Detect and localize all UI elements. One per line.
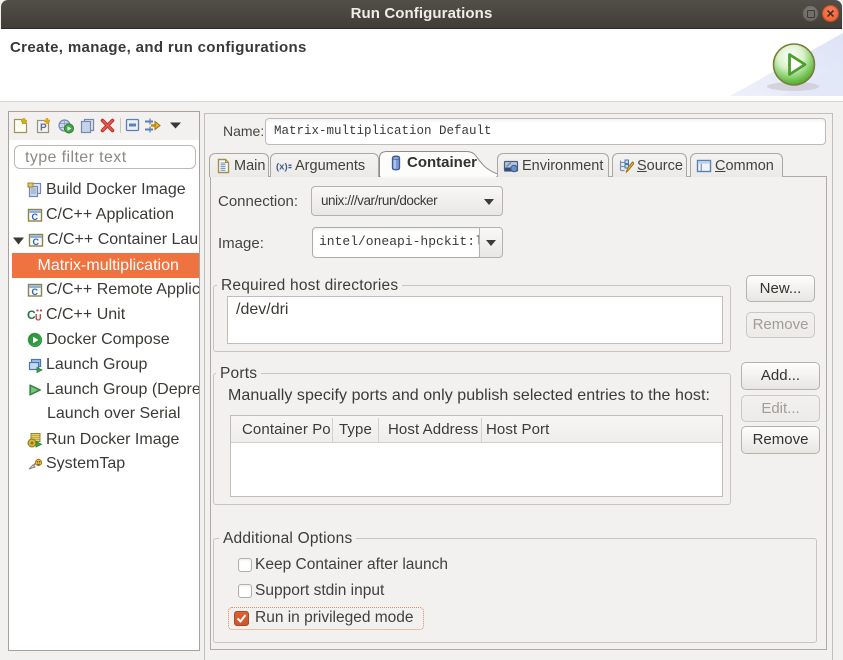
svg-text:C: C	[32, 212, 39, 222]
svg-text:U: U	[35, 312, 42, 322]
svg-text:C: C	[32, 287, 39, 297]
svg-text:C: C	[33, 237, 40, 247]
svg-text:P: P	[40, 123, 47, 134]
svg-text:(x): (x)	[276, 161, 288, 172]
